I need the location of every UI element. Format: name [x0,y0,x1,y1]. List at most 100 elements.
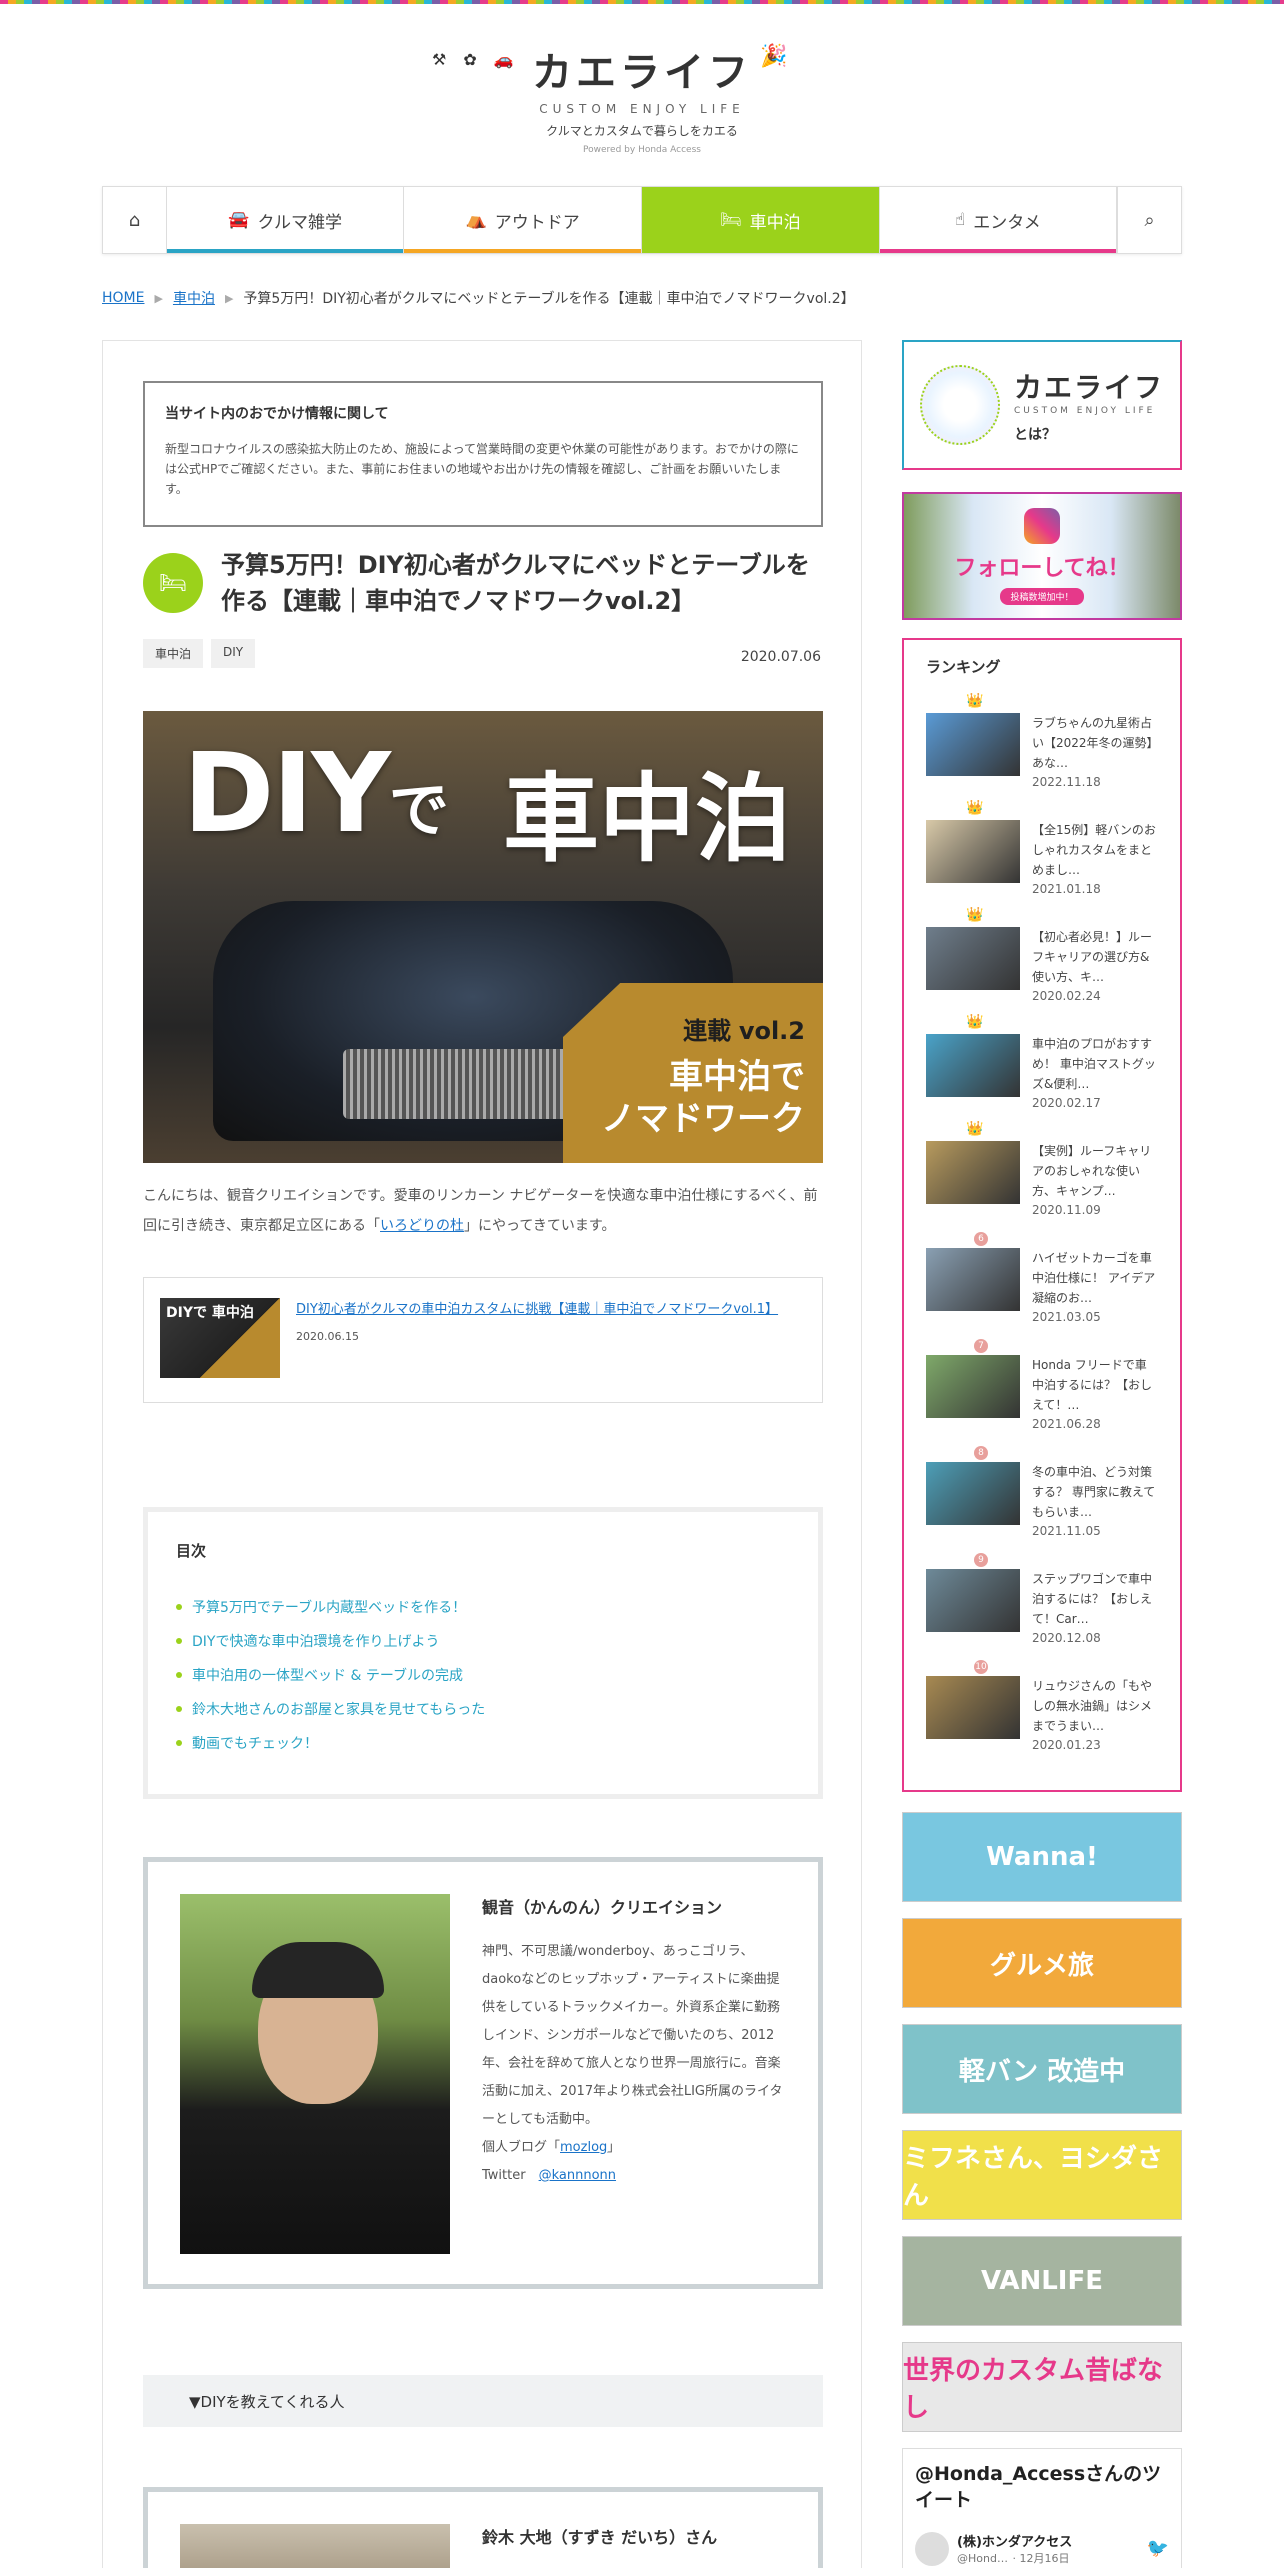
toc-item[interactable]: 予算5万円でテーブル内蔵型ベッドを作る！ [176,1597,790,1617]
ranking-date: 2020.02.24 [1032,989,1101,1003]
tag[interactable]: 車中泊 [143,639,204,668]
chevron-right-icon: ▶ [154,291,163,305]
car-icon: 🚘 [228,210,250,230]
ranking-thumbnail [926,713,1020,776]
crown-icon: 👑 [966,1014,984,1030]
bullet-icon [176,1706,182,1712]
sidebar-banner[interactable]: グルメ旅 [902,1918,1182,2008]
ranking-date: 2020.11.09 [1032,1203,1101,1217]
related-article-card[interactable]: DIYで 車中泊 DIY初心者がクルマの車中泊カスタムに挑戦【連載｜車中泊でノマ… [143,1277,823,1403]
blog-link[interactable]: mozlog [560,2140,607,2155]
ranking-title: 冬の車中泊、どう対策する？ 専門家に教えてもらいま… [1032,1465,1156,1519]
notice-box: 当サイト内のおでかけ情報に関して 新型コロナウイルスの感染拡大防止のため、施設に… [143,381,823,527]
twitter-link[interactable]: @kannnonn [539,2168,616,2183]
rank-number: 9 [974,1553,988,1567]
ranking-date: 2021.06.28 [1032,1417,1101,1431]
logo-people-icon: 🎉 [760,44,792,69]
main-article: 当サイト内のおでかけ情報に関して 新型コロナウイルスの感染拡大防止のため、施設に… [102,340,862,2568]
ranking-item[interactable]: 👑 ラブちゃんの九星術占い【2022年冬の運勢】あな… 2022.11.18 [926,683,1158,790]
ranking-thumbnail [926,1141,1020,1204]
ranking-item[interactable]: 👑 車中泊のプロがおすすめ！ 車中泊マストグッズ&便利… 2020.02.17 [926,1004,1158,1111]
top-rainbow-bar [0,0,1284,4]
sidebar-banner[interactable]: 世界のカスタム昔ばなし [902,2342,1182,2432]
rank-number: 8 [974,1446,988,1460]
notice-title: 当サイト内のおでかけ情報に関して [165,406,389,422]
ranking-title: 【実例】ルーフキャリアのおしゃれな使い方、キャンプ… [1032,1144,1152,1198]
intro-link[interactable]: いろどりの杜 [380,1218,464,1234]
home-icon[interactable]: ⌂ [103,187,167,253]
ranking-thumbnail [926,820,1020,883]
breadcrumb-category[interactable]: 車中泊 [173,288,215,308]
author-photo [180,1894,450,2254]
ranking-item[interactable]: 👑 【初心者必見！】ルーフキャリアの選び方&使い方、キ… 2020.02.24 [926,897,1158,1004]
ranking-date: 2021.11.05 [1032,1524,1101,1538]
ranking-item[interactable]: 9 ステップワゴンで車中泊するには？【おしえて！Car… 2020.12.08 [926,1539,1158,1646]
breadcrumb-home[interactable]: HOME [102,290,144,306]
twitter-title: @Honda_Accessさんのツイート [915,2463,1162,2511]
ranking-item[interactable]: 7 Honda フリードで車中泊するには？【おしえて！… 2021.06.28 [926,1325,1158,1432]
author-bio: 神門、不可思議/wonderboy、あっこゴリラ、daokoなどのヒップホップ・… [482,1944,783,2183]
sidebar-banner[interactable]: VANLIFE [902,2236,1182,2326]
crown-icon: 👑 [966,907,984,923]
about-text: とは？ [1014,427,1056,443]
about-sub: CUSTOM ENJOY LIFE [1014,406,1156,416]
ranking-title: 車中泊のプロがおすすめ！ 車中泊マストグッズ&便利… [1032,1037,1156,1091]
bullet-icon [176,1638,182,1644]
instagram-icon [1024,507,1060,544]
author-name: 観音（かんのん）クリエイション [482,1898,723,1917]
ranking-thumbnail [926,1355,1020,1418]
ranking-item[interactable]: 👑 【全15例】軽バンのおしゃれカスタムをまとめまし… 2021.01.18 [926,790,1158,897]
ranking-date: 2020.12.08 [1032,1631,1101,1645]
nav-underline [166,249,404,253]
ranking-thumbnail [926,1676,1020,1739]
nav-item-outdoor[interactable]: ⛺ アウトドア [404,187,642,253]
breadcrumb: HOME ▶ 車中泊 ▶ 予算5万円！DIY初心者がクルマにベッドとテーブルを作… [102,288,855,308]
twitter-account[interactable]: (株)ホンダアクセス @Hond… · 12月16日 🐦 [915,2531,1169,2566]
nav-label: アウトドア [494,212,580,233]
instagram-text: フォローしてね！ [954,555,1130,581]
related-thumbnail: DIYで 車中泊 [160,1298,280,1378]
sidebar-banner[interactable]: ミフネさん、ヨシダさん [902,2130,1182,2220]
hero-title-camping: 車中泊 [503,763,791,875]
rank-number: 6 [974,1232,988,1246]
ranking-thumbnail [926,927,1020,990]
ranking-item[interactable]: 👑 【実例】ルーフキャリアのおしゃれな使い方、キャンプ… 2020.11.09 [926,1111,1158,1218]
logo-subtitle: CUSTOM ENJOY LIFE [539,102,745,116]
tag[interactable]: DIY [211,639,256,668]
author2-name: 鈴木 大地（すずき だいち）さん [482,2528,718,2547]
site-logo[interactable]: カエライフ CUSTOM ENJOY LIFE クルマとカスタムで暮らしをカエる… [0,40,1284,155]
related-link[interactable]: DIY初心者がクルマの車中泊カスタムに挑戦【連載｜車中泊でノマドワークvol.1… [296,1302,778,1317]
search-icon[interactable]: ⌕ [1117,187,1181,253]
hero-image: DIYで 車中泊 連載 vol.2 車中泊で ノマドワーク [143,711,823,1163]
instagram-banner[interactable]: フォローしてね！ 投稿数増加中！ [902,492,1182,620]
logo-powered: Powered by Honda Access [583,145,701,155]
ranking-title: ステップワゴンで車中泊するには？【おしえて！Car… [1032,1572,1153,1626]
toc-title: 目次 [176,1542,207,1560]
section-heading: ▼DIYを教えてくれる人 [143,2375,823,2427]
breadcrumb-current: 予算5万円！DIY初心者がクルマにベッドとテーブルを作る【連載｜車中泊でノマドワ… [243,291,855,307]
ranking-title: 【全15例】軽バンのおしゃれカスタムをまとめまし… [1032,823,1156,877]
table-of-contents: 目次 予算5万円でテーブル内蔵型ベッドを作る！ DIYで快適な車中泊環境を作り上… [143,1507,823,1799]
sidebar-banner[interactable]: Wanna! [902,1812,1182,1902]
ranking-item[interactable]: 10 リュウジさんの「もやしの無水油鍋」はシメまでうまい… 2020.01.23 [926,1646,1158,1753]
ranking-item[interactable]: 8 冬の車中泊、どう対策する？ 専門家に教えてもらいま… 2021.11.05 [926,1432,1158,1539]
sidebar-banner[interactable]: 軽バン 改造中 [902,2024,1182,2114]
nav-item-car-trivia[interactable]: 🚘 クルマ雑学 [166,187,405,253]
ranking-title: ランキング [926,658,1001,676]
ranking-title: 【初心者必見！】ルーフキャリアの選び方&使い方、キ… [1032,930,1153,984]
nav-item-car-camping[interactable]: 🛏 車中泊 [642,187,880,253]
nav-item-entertainment[interactable]: ☝ エンタメ [879,187,1118,253]
toc-item[interactable]: DIYで快適な車中泊環境を作り上げよう [176,1631,790,1651]
ranking-item[interactable]: 6 ハイゼットカーゴを車中泊仕様に！ アイデア凝縮のお… 2021.03.05 [926,1218,1158,1325]
car-bed-icon: 🛏 [719,210,742,230]
nav-underline [879,249,1117,253]
toc-item[interactable]: 動画でもチェック！ [176,1733,790,1753]
article-date: 2020.07.06 [740,649,821,665]
bullet-icon [176,1672,182,1678]
toc-item[interactable]: 車中泊用の一体型ベッド & テーブルの完成 [176,1665,790,1685]
article-intro: こんにちは、観音クリエイションです。愛車のリンカーン ナビゲーターを快適な車中泊… [143,1188,818,1234]
avatar [915,2531,949,2566]
ranking-date: 2021.01.18 [1032,882,1101,896]
toc-item[interactable]: 鈴木大地さんのお部屋と家具を見せてもらった [176,1699,790,1719]
about-banner[interactable]: カエライフ CUSTOM ENJOY LIFE とは？ [902,340,1182,470]
